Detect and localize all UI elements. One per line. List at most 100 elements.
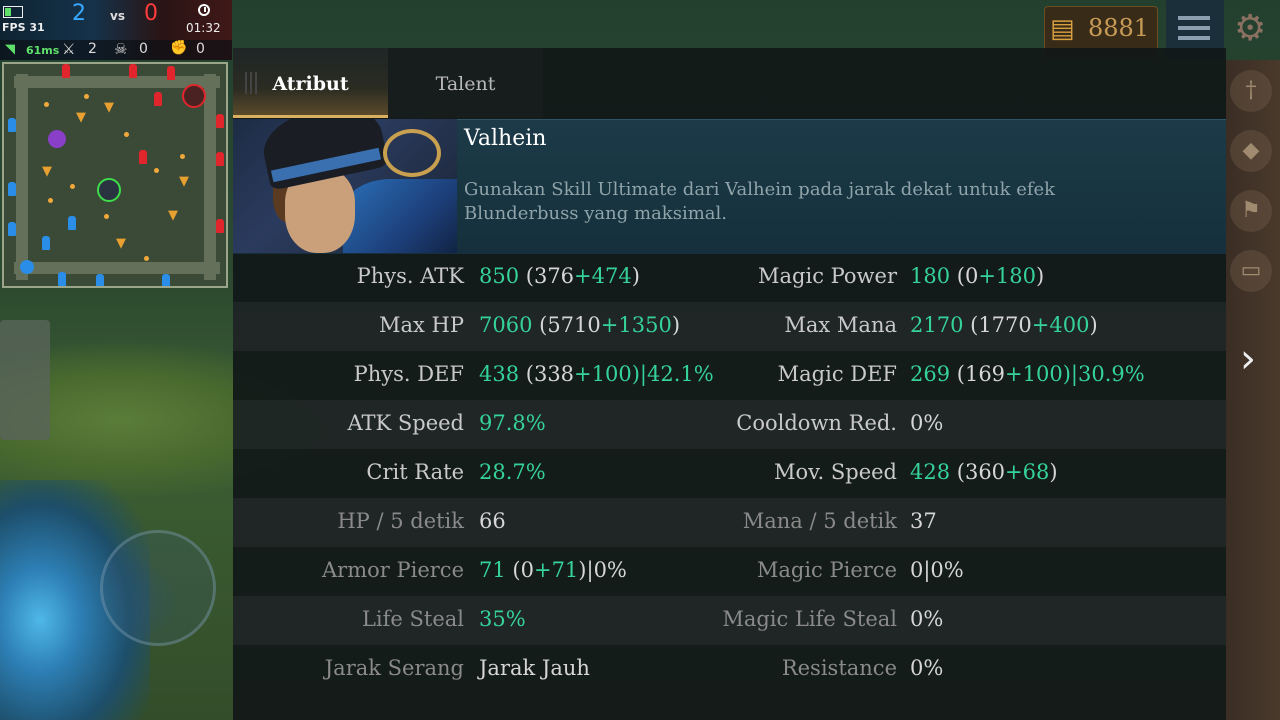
minimap-lane	[204, 74, 216, 280]
gear-icon[interactable]: ⚙	[1234, 8, 1266, 49]
enemy-tower-marker	[129, 64, 137, 78]
stat-label: Mov. Speed	[774, 460, 897, 484]
wifi-icon: ◥	[5, 42, 15, 57]
stat-value: 7060 (5710+1350)	[479, 313, 681, 337]
stat-row: ATK Speed 97.8% Cooldown Red. 0%	[233, 400, 1226, 449]
match-timer: 01:32	[186, 21, 221, 35]
enemy-tower-marker	[154, 92, 162, 106]
vs-label: vs	[110, 9, 125, 23]
stat-label: Phys. DEF	[353, 362, 464, 386]
stat-value: 850 (376+474)	[479, 264, 640, 288]
chat-icon[interactable]: ▭	[1230, 250, 1272, 292]
enemy-tower-marker	[216, 152, 224, 166]
ally-tower-marker	[42, 236, 50, 250]
ally-tower-marker	[68, 216, 76, 230]
assist-icon: ✊	[170, 40, 188, 56]
stat-row: Phys. DEF 438 (338+100)|42.1% Magic DEF …	[233, 351, 1226, 400]
jungle-camp-icon: ▼	[42, 164, 52, 179]
ping-value: 61ms	[26, 44, 60, 57]
minimap-dot	[84, 94, 89, 99]
hero-portrait	[233, 119, 457, 253]
minimap-dot	[154, 168, 159, 173]
stat-value: 28.7%	[479, 460, 546, 484]
red-team-score: 0	[144, 1, 158, 26]
stat-value: 0%	[910, 607, 944, 631]
panel-tabs: Atribut Talent	[233, 48, 543, 118]
kills-count: 2	[88, 41, 97, 57]
purple-buff-marker	[48, 130, 66, 148]
stat-label: Magic Power	[758, 264, 897, 288]
stat-label: ATK Speed	[347, 411, 464, 435]
stat-value: 97.8%	[479, 411, 546, 435]
stat-value: 66	[479, 509, 506, 533]
jungle-camp-icon: ▼	[116, 236, 126, 251]
stat-label: Magic Pierce	[756, 558, 897, 582]
enemy-tower-marker	[216, 114, 224, 128]
virtual-joystick[interactable]	[100, 530, 216, 646]
stat-label: Life Steal	[361, 607, 464, 631]
stat-row: Max HP 7060 (5710+1350) Max Mana 2170 (1…	[233, 302, 1226, 351]
stat-value: 269 (169+100)|30.9%	[910, 362, 1145, 386]
stat-label: Mana / 5 detik	[742, 509, 897, 533]
stat-value: 35%	[479, 607, 526, 631]
ally-tower-marker	[162, 274, 170, 286]
tab-label: Talent	[435, 73, 496, 95]
minimap-dot	[44, 102, 49, 107]
enemy-tower-marker	[62, 64, 70, 78]
stat-value: 0%	[910, 411, 944, 435]
stat-label: Jarak Serang	[324, 656, 464, 680]
stat-label: Cooldown Red.	[736, 411, 897, 435]
stat-value: 71 (0+71)|0%	[479, 558, 627, 582]
stat-row: Crit Rate 28.7% Mov. Speed 428 (360+68)	[233, 449, 1226, 498]
player-hero-marker	[97, 178, 121, 202]
ally-base-marker	[20, 260, 34, 274]
crossed-swords-icon: ⚔	[62, 40, 76, 58]
stat-value: Jarak Jauh	[479, 656, 590, 680]
sword-icon[interactable]: †	[1230, 70, 1272, 112]
stat-label: Magic Life Steal	[722, 607, 897, 631]
blue-team-score: 2	[72, 1, 86, 26]
jungle-camp-icon: ▼	[179, 174, 189, 189]
stat-label: Armor Pierce	[322, 558, 464, 582]
stat-row: Jarak Serang Jarak Jauh Resistance 0%	[233, 645, 1226, 694]
enemy-tower-marker	[167, 66, 175, 80]
jungle-camp-icon: ▼	[104, 100, 114, 115]
stat-label: Phys. ATK	[356, 264, 464, 288]
stat-value: 37	[910, 509, 937, 533]
deaths-count: 0	[139, 41, 148, 57]
stat-row: HP / 5 detik 66 Mana / 5 detik 37	[233, 498, 1226, 547]
stat-label: Max Mana	[784, 313, 897, 337]
minimap-dot	[180, 154, 185, 159]
stat-value: 428 (360+68)	[910, 460, 1058, 484]
ally-tower-marker	[8, 182, 16, 196]
stat-value: 2170 (1770+400)	[910, 313, 1098, 337]
match-hud: FPS 31 2 vs 0 01:32 ◥ 61ms ⚔ 2 ☠ 0 ✊ 0	[0, 0, 232, 60]
stat-value: 0|0%	[910, 558, 964, 582]
stat-row: Phys. ATK 850 (376+474) Magic Power 180 …	[233, 253, 1226, 302]
tab-talent[interactable]: Talent	[388, 48, 543, 118]
tab-grip-icon	[245, 72, 259, 94]
clock-icon	[198, 4, 210, 16]
ally-tower-marker	[8, 118, 16, 132]
shield-icon[interactable]: ◆	[1230, 130, 1272, 172]
stat-label: Crit Rate	[366, 460, 464, 484]
minimap-dot	[124, 132, 129, 137]
flag-icon[interactable]: ⚑	[1230, 190, 1272, 232]
fps-counter: FPS 31	[2, 21, 45, 34]
tab-atribut[interactable]: Atribut	[233, 48, 388, 118]
kda-bar: ◥ 61ms ⚔ 2 ☠ 0 ✊ 0	[0, 40, 232, 60]
menu-icon[interactable]	[1178, 16, 1210, 40]
ally-tower-marker	[96, 274, 104, 286]
jungle-camp-icon: ▼	[168, 208, 178, 223]
stat-label: HP / 5 detik	[337, 509, 464, 533]
assists-count: 0	[196, 41, 205, 57]
shopping-cart-icon[interactable]: ▤	[1050, 14, 1075, 44]
jungle-camp-icon: ▼	[76, 110, 86, 125]
minimap[interactable]: ▼ ▼ ▼ ▼ ▼ ▼	[2, 62, 228, 288]
stats-table: Phys. ATK 850 (376+474) Magic Power 180 …	[233, 253, 1226, 694]
chevron-right-icon[interactable]: ›	[1240, 336, 1256, 382]
enemy-tower-marker	[139, 150, 147, 164]
stat-label: Max HP	[379, 313, 464, 337]
stat-row: Life Steal 35% Magic Life Steal 0%	[233, 596, 1226, 645]
hero-name: Valhein	[464, 126, 547, 151]
